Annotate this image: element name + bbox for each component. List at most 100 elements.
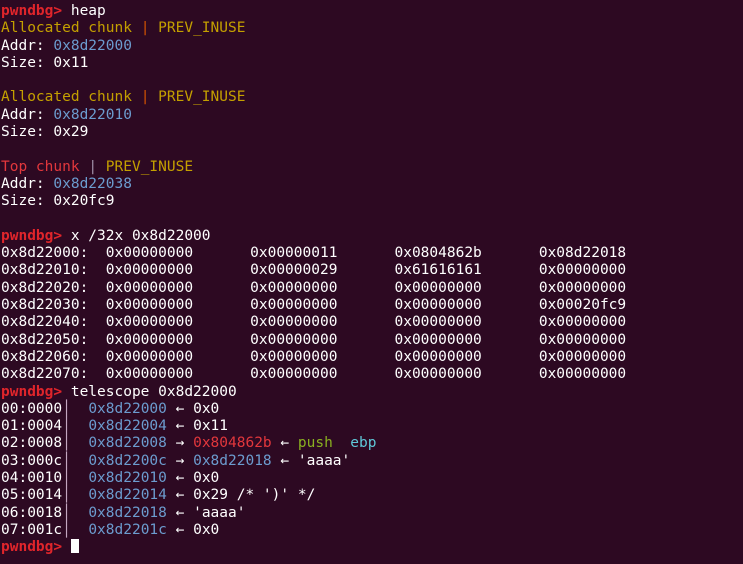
command-heap: heap [70, 3, 106, 19]
memory-dump-word: 0x00020fc9 [538, 297, 627, 314]
memory-dump-word: 0x00000000 [250, 331, 338, 348]
telescope-value: 0x0 [193, 400, 220, 417]
memory-dump-word: 0x00000000 [538, 331, 627, 348]
telescope-disasm-operand: ebp [350, 435, 377, 452]
memory-dump-row: 0x8d22060: 0x00000000 0x00000000 0x0000000… [1, 349, 743, 366]
telescope-value: 0x29 /* ')' */ [193, 487, 316, 504]
memory-dump-row: 0x8d22050: 0x00000000 0x00000000 0x0000000… [1, 332, 743, 349]
text-cursor[interactable] [70, 539, 79, 554]
memory-dump-word: 0x00000000 [105, 297, 194, 314]
memory-dump-word: 0x00000000 [538, 366, 627, 383]
memory-dump-row: 0x8d22030: 0x00000000 0x00000000 0x0000000… [1, 297, 743, 314]
telescope-row: 01:0004│ 0x8d22004 ← 0x11 [1, 418, 743, 435]
memory-dump-word: 0x00000000 [538, 279, 627, 296]
final-prompt-line: pwndbg> [1, 539, 743, 556]
memory-dump-word: 0x00000000 [105, 314, 194, 331]
arrow-left-icon: ← [280, 435, 290, 452]
telescope-row: 05:0014│ 0x8d22014 ← 0x29 /* ')' */ [1, 487, 743, 504]
chunk-flags: PREV_INUSE [158, 20, 246, 37]
memory-dump-word: 0x08d22018 [538, 245, 627, 262]
telescope-address: 0x8d22000 [88, 400, 167, 417]
memory-dump-row: 0x8d22000: 0x00000000 0x00000011 0x0804862… [1, 245, 743, 262]
arrow-left-icon: ← [280, 452, 290, 469]
memory-dump-word: 0x00000000 [394, 279, 482, 296]
chunk-flags: PREV_INUSE [105, 158, 194, 175]
memory-dump-word: 0x00000000 [394, 297, 482, 314]
chunk-size-label: Size: [1, 193, 54, 210]
telescope-address: 0x8d22010 [88, 470, 167, 487]
heap-chunk-size-line: Size: 0x20fc9 [1, 193, 743, 210]
chunk-addr-value: 0x8d22038 [53, 175, 132, 192]
telescope-address: 0x8d2200c [88, 452, 167, 469]
heap-chunk-addr-line: Addr: 0x8d22010 [1, 107, 743, 124]
memory-dump-word: 0x00000000 [394, 348, 482, 365]
terminal-screen[interactable]: pwndbg> heap Allocated chunk | PREV_INUSE… [0, 0, 743, 557]
chunk-size-label: Size: [1, 54, 54, 71]
telescope-index: 01:0004 [1, 418, 63, 435]
chunk-type: Allocated chunk [1, 20, 132, 37]
memory-dump-address: 0x8d22020: [1, 279, 106, 296]
chunk-separator: | [88, 158, 98, 175]
memory-dump-word: 0x00000000 [538, 314, 627, 331]
memory-dump-address: 0x8d22010: [1, 262, 106, 279]
telescope-value: 'aaaa' [193, 504, 246, 521]
telescope-separator-bar: │ [62, 418, 71, 435]
chunk-addr-label: Addr: [1, 175, 54, 192]
memory-dump-row: 0x8d22040: 0x00000000 0x00000000 0x0000000… [1, 314, 743, 331]
chunk-addr-label: Addr: [1, 106, 54, 123]
telescope-address: 0x8d22014 [88, 487, 167, 504]
command-examine: x /32x 0x8d22000 [70, 227, 211, 244]
heap-chunk-header: Allocated chunk | PREV_INUSE [1, 20, 743, 37]
memory-dump-word: 0x0804862b [394, 245, 482, 262]
telescope-row: 06:0018│ 0x8d22018 ← 'aaaa' [1, 505, 743, 522]
memory-dump-word: 0x00000000 [394, 366, 482, 383]
memory-dump-address: 0x8d22070: [1, 366, 106, 383]
chunk-size-value: 0x29 [53, 124, 89, 141]
memory-dump-word: 0x00000000 [105, 262, 194, 279]
memory-dump-word: 0x00000000 [394, 314, 482, 331]
telescope-string-comment: 'aaaa' [297, 452, 351, 469]
memory-dump-row: 0x8d22070: 0x00000000 0x00000000 0x0000000… [1, 366, 743, 383]
memory-dump-word: 0x00000000 [250, 297, 338, 314]
chunk-addr-value: 0x8d22010 [53, 106, 132, 123]
memory-dump-word: 0x00000000 [105, 366, 194, 383]
chunk-size-value: 0x20fc9 [53, 193, 115, 210]
memory-dump-word: 0x00000000 [250, 366, 338, 383]
terminal-window[interactable]: pwndbg> heap Allocated chunk | PREV_INUSE… [0, 0, 743, 564]
command-line: pwndbg> x /32x 0x8d22000 [1, 228, 743, 245]
telescope-index: 03:000c [1, 452, 63, 469]
telescope-row: 02:0008│ 0x8d22008 → 0x804862b ← push eb… [1, 435, 743, 452]
memory-dump-word: 0x00000000 [250, 314, 338, 331]
telescope-separator-bar: │ [62, 452, 71, 469]
telescope-address: 0x8d22004 [88, 418, 167, 435]
memory-dump-word: 0x00000000 [105, 331, 194, 348]
memory-dump-word: 0x00000000 [250, 279, 338, 296]
telescope-value: 0x11 [193, 418, 229, 435]
